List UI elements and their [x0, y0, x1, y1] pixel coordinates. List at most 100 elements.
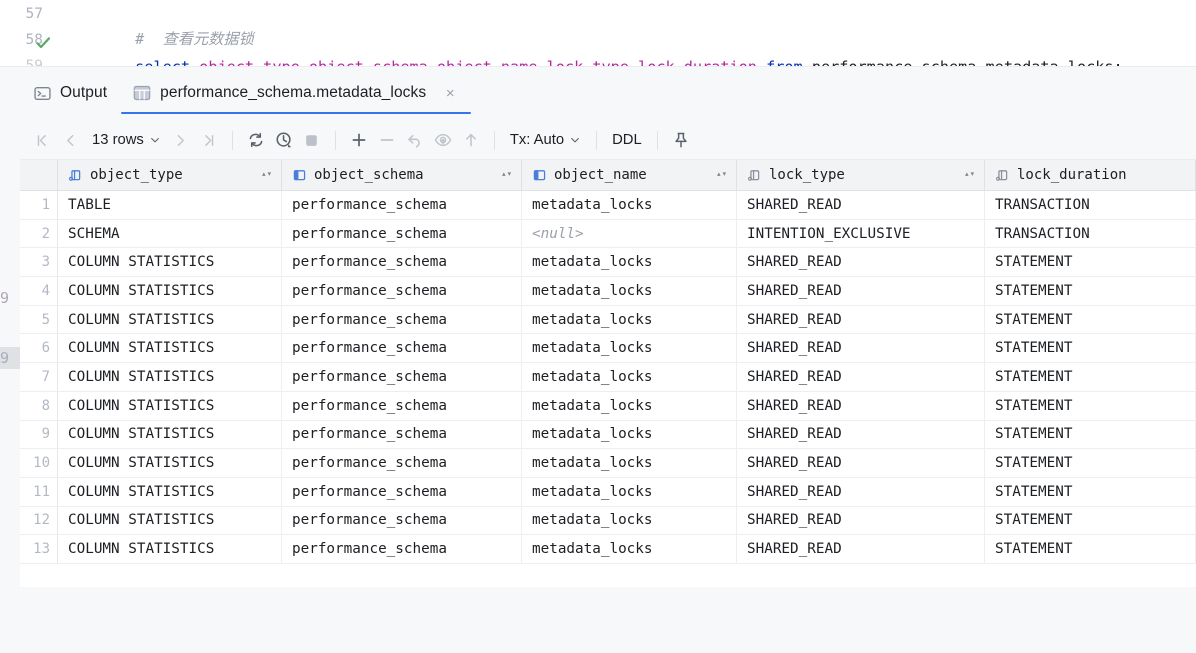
- grid-header-lock_duration[interactable]: lock_duration: [985, 160, 1196, 190]
- row-number[interactable]: 3: [20, 248, 58, 277]
- cell-object_name[interactable]: metadata_locks: [522, 363, 737, 391]
- revert-icon[interactable]: [401, 126, 429, 154]
- table-row[interactable]: 9 COLUMN STATISTICS performance_schema meta…: [20, 420, 1196, 450]
- add-row-icon[interactable]: [345, 126, 373, 154]
- cell-lock_type[interactable]: SHARED_READ: [737, 191, 985, 219]
- row-count-dropdown[interactable]: 13 rows: [84, 132, 167, 148]
- cell-object_type[interactable]: TABLE: [58, 191, 282, 219]
- view-query-icon[interactable]: [429, 126, 457, 154]
- cell-object_name[interactable]: metadata_locks: [522, 277, 737, 305]
- pin-icon[interactable]: [667, 126, 695, 154]
- cell-lock_duration[interactable]: STATEMENT: [985, 305, 1196, 334]
- grid-header-object_name[interactable]: object_name ▴▾: [522, 160, 737, 190]
- cell-object_schema[interactable]: performance_schema: [282, 391, 522, 420]
- row-number[interactable]: 8: [20, 391, 58, 420]
- last-page-icon[interactable]: [195, 126, 223, 154]
- table-row[interactable]: 4 COLUMN STATISTICS performance_schema meta…: [20, 277, 1196, 306]
- first-page-icon[interactable]: [28, 126, 56, 154]
- close-icon[interactable]: ×: [443, 86, 457, 101]
- cell-object_type[interactable]: COLUMN STATISTICS: [58, 477, 282, 506]
- reload-icon[interactable]: [242, 126, 270, 154]
- cell-lock_duration[interactable]: STATEMENT: [985, 334, 1196, 363]
- table-row[interactable]: 3 COLUMN STATISTICS performance_schema meta…: [20, 248, 1196, 278]
- cell-object_schema[interactable]: performance_schema: [282, 277, 522, 305]
- cell-lock_type[interactable]: SHARED_READ: [737, 420, 985, 449]
- sort-indicator-object_type[interactable]: ▴▾: [261, 170, 272, 179]
- cell-lock_duration[interactable]: STATEMENT: [985, 248, 1196, 277]
- cell-lock_type[interactable]: SHARED_READ: [737, 334, 985, 363]
- cell-object_name[interactable]: metadata_locks: [522, 420, 737, 449]
- row-number[interactable]: 11: [20, 477, 58, 506]
- row-number[interactable]: 12: [20, 506, 58, 535]
- table-row[interactable]: 8 COLUMN STATISTICS performance_schema meta…: [20, 391, 1196, 421]
- next-page-icon[interactable]: [167, 126, 195, 154]
- grid-header-object_schema[interactable]: object_schema ▴▾: [282, 160, 522, 190]
- cell-object_schema[interactable]: performance_schema: [282, 477, 522, 506]
- cell-object_type[interactable]: COLUMN STATISTICS: [58, 391, 282, 420]
- ddl-button[interactable]: DDL: [606, 132, 648, 148]
- transaction-mode-dropdown[interactable]: Tx: Auto: [504, 132, 587, 148]
- cell-lock_duration[interactable]: STATEMENT: [985, 535, 1196, 563]
- table-row[interactable]: 13 COLUMN STATISTICS performance_schema met…: [20, 535, 1196, 564]
- cell-object_type[interactable]: COLUMN STATISTICS: [58, 334, 282, 363]
- row-number[interactable]: 1: [20, 191, 58, 219]
- table-row[interactable]: 11 COLUMN STATISTICS performance_schema met…: [20, 477, 1196, 507]
- cell-object_schema[interactable]: performance_schema: [282, 219, 522, 248]
- stop-icon[interactable]: [298, 126, 326, 154]
- cell-lock_type[interactable]: SHARED_READ: [737, 506, 985, 535]
- tab-result-metadata-locks[interactable]: performance_schema.metadata_locks ×: [121, 72, 472, 114]
- table-row[interactable]: 6 COLUMN STATISTICS performance_schema meta…: [20, 334, 1196, 364]
- cell-lock_type[interactable]: INTENTION_EXCLUSIVE: [737, 219, 985, 248]
- history-clock-icon[interactable]: [270, 126, 298, 154]
- cell-lock_duration[interactable]: TRANSACTION: [985, 191, 1196, 219]
- grid-header-object_type[interactable]: object_type ▴▾: [58, 160, 282, 190]
- table-row[interactable]: 10 COLUMN STATISTICS performance_schema met…: [20, 449, 1196, 478]
- cell-object_schema[interactable]: performance_schema: [282, 248, 522, 277]
- cell-object_name[interactable]: metadata_locks: [522, 449, 737, 477]
- cell-lock_duration[interactable]: STATEMENT: [985, 477, 1196, 506]
- cell-object_schema[interactable]: performance_schema: [282, 191, 522, 219]
- table-row[interactable]: 5 COLUMN STATISTICS performance_schema meta…: [20, 305, 1196, 335]
- cell-object_name[interactable]: metadata_locks: [522, 477, 737, 506]
- grid-header-lock_type[interactable]: lock_type ▴▾: [737, 160, 985, 190]
- sql-editor[interactable]: 57 58 59 # 查看元数据锁 select object_type,obj…: [0, 0, 1196, 66]
- cell-object_name[interactable]: <null>: [522, 219, 737, 248]
- cell-object_name[interactable]: metadata_locks: [522, 391, 737, 420]
- result-grid[interactable]: object_type ▴▾ object_schema ▴▾ object_n…: [20, 159, 1196, 587]
- cell-object_name[interactable]: metadata_locks: [522, 191, 737, 219]
- cell-lock_duration[interactable]: STATEMENT: [985, 420, 1196, 449]
- row-number[interactable]: 4: [20, 277, 58, 305]
- cell-lock_type[interactable]: SHARED_READ: [737, 248, 985, 277]
- row-number[interactable]: 7: [20, 363, 58, 391]
- cell-object_schema[interactable]: performance_schema: [282, 506, 522, 535]
- table-row[interactable]: 7 COLUMN STATISTICS performance_schema meta…: [20, 363, 1196, 392]
- cell-lock_type[interactable]: SHARED_READ: [737, 363, 985, 391]
- editor-gutter[interactable]: 57 58 59: [0, 0, 52, 66]
- cell-object_name[interactable]: metadata_locks: [522, 305, 737, 334]
- editor-code-area[interactable]: # 查看元数据锁 select object_type,object_schem…: [52, 0, 1196, 66]
- cell-object_name[interactable]: metadata_locks: [522, 506, 737, 535]
- table-row[interactable]: 2 SCHEMA performance_schema <null> INTENTION…: [20, 219, 1196, 249]
- cell-lock_type[interactable]: SHARED_READ: [737, 277, 985, 305]
- table-row[interactable]: 1 TABLE performance_schema metadata_locks SH…: [20, 191, 1196, 220]
- cell-object_schema[interactable]: performance_schema: [282, 535, 522, 563]
- row-number[interactable]: 9: [20, 420, 58, 449]
- cell-lock_type[interactable]: SHARED_READ: [737, 477, 985, 506]
- cell-object_type[interactable]: COLUMN STATISTICS: [58, 277, 282, 305]
- cell-object_type[interactable]: SCHEMA: [58, 219, 282, 248]
- cell-object_type[interactable]: COLUMN STATISTICS: [58, 535, 282, 563]
- cell-lock_duration[interactable]: STATEMENT: [985, 277, 1196, 305]
- sort-indicator-lock_type[interactable]: ▴▾: [964, 170, 975, 179]
- cell-object_schema[interactable]: performance_schema: [282, 420, 522, 449]
- table-row[interactable]: 12 COLUMN STATISTICS performance_schema met…: [20, 506, 1196, 536]
- sort-indicator-object_schema[interactable]: ▴▾: [501, 170, 512, 179]
- cell-lock_type[interactable]: SHARED_READ: [737, 305, 985, 334]
- cell-object_type[interactable]: COLUMN STATISTICS: [58, 363, 282, 391]
- cell-lock_duration[interactable]: STATEMENT: [985, 363, 1196, 391]
- cell-lock_duration[interactable]: STATEMENT: [985, 391, 1196, 420]
- cell-lock_duration[interactable]: STATEMENT: [985, 449, 1196, 477]
- cell-lock_type[interactable]: SHARED_READ: [737, 449, 985, 477]
- row-number[interactable]: 5: [20, 305, 58, 334]
- cell-lock_duration[interactable]: STATEMENT: [985, 506, 1196, 535]
- cell-object_type[interactable]: COLUMN STATISTICS: [58, 305, 282, 334]
